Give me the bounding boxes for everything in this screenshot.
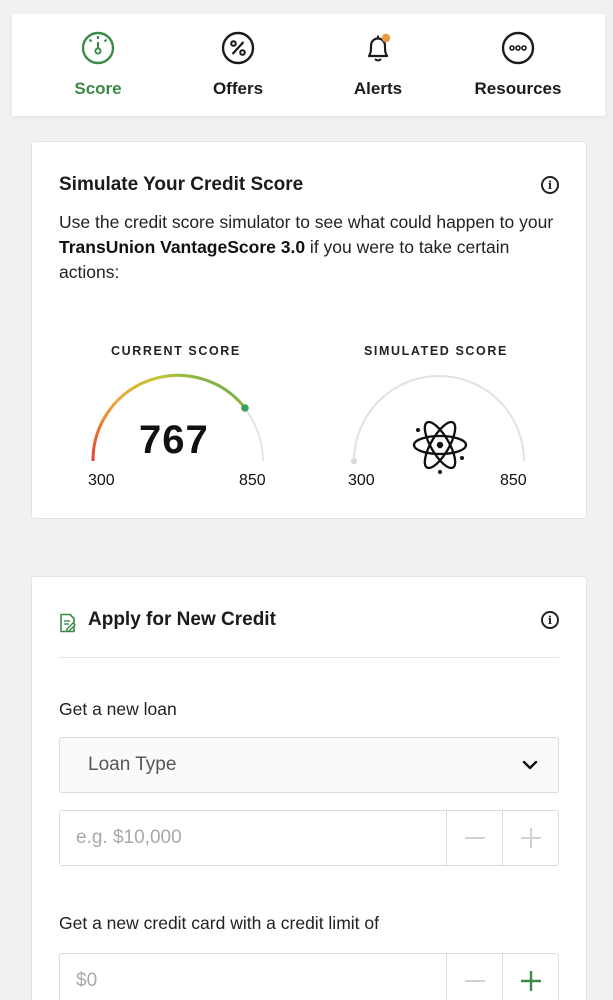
current-score-min: 300 <box>88 472 115 489</box>
new-loan-label: Get a new loan <box>59 699 177 719</box>
simulated-score-min: 300 <box>348 472 375 489</box>
simulated-score-label: SIMULATED SCORE <box>364 344 508 358</box>
speedometer-icon <box>80 30 116 66</box>
loan-type-value: Loan Type <box>88 754 177 775</box>
score-model-name: TransUnion VantageScore 3.0 <box>59 237 306 257</box>
tab-score[interactable]: Score <box>33 14 163 116</box>
minus-icon <box>464 980 485 982</box>
new-credit-card-label: Get a new credit card with a credit limi… <box>59 913 379 933</box>
current-score-max: 850 <box>239 472 266 489</box>
tab-offers[interactable]: Offers <box>173 14 303 116</box>
tab-alerts-label: Alerts <box>353 79 403 98</box>
loan-amount-decrement-button[interactable] <box>446 811 502 865</box>
simulator-description: Use the credit score simulator to see wh… <box>59 212 554 282</box>
credit-limit-field <box>59 953 559 1000</box>
loan-amount-input[interactable] <box>60 811 446 865</box>
bell-icon <box>360 30 396 66</box>
plus-icon <box>520 828 541 848</box>
simulated-score-max: 850 <box>500 472 527 489</box>
plus-icon <box>520 971 541 991</box>
divider <box>59 657 559 658</box>
loan-amount-field <box>59 810 559 866</box>
tab-score-label: Score <box>74 79 122 98</box>
more-dots-icon <box>500 30 536 66</box>
top-nav: Score Offers Alerts Resources <box>12 14 605 116</box>
tab-resources[interactable]: Resources <box>453 14 583 116</box>
loan-type-select[interactable]: Loan Type <box>59 737 559 793</box>
credit-limit-input[interactable] <box>60 954 446 1000</box>
current-score-value: 767 <box>139 418 209 462</box>
tab-offers-label: Offers <box>212 79 264 98</box>
apply-title: Apply for New Credit <box>88 609 276 630</box>
simulator-title: Simulate Your Credit Score <box>59 174 304 195</box>
current-score-label: CURRENT SCORE <box>111 344 241 358</box>
chevron-down-icon <box>522 760 538 770</box>
minus-icon <box>464 837 485 839</box>
tab-resources-label: Resources <box>474 79 562 98</box>
credit-limit-decrement-button[interactable] <box>446 954 502 1000</box>
credit-limit-increment-button[interactable] <box>502 954 558 1000</box>
info-icon[interactable]: i <box>541 611 559 629</box>
tab-alerts[interactable]: Alerts <box>313 14 443 116</box>
percent-icon <box>220 30 256 66</box>
document-edit-icon <box>60 613 76 633</box>
apply-new-credit-card: Apply for New Credit i Get a new loan Lo… <box>31 576 587 1000</box>
atom-icon <box>410 416 470 476</box>
loan-amount-increment-button[interactable] <box>502 811 558 865</box>
credit-score-simulator-card: Simulate Your Credit Score i Use the cre… <box>31 141 587 519</box>
info-icon[interactable]: i <box>541 176 559 194</box>
